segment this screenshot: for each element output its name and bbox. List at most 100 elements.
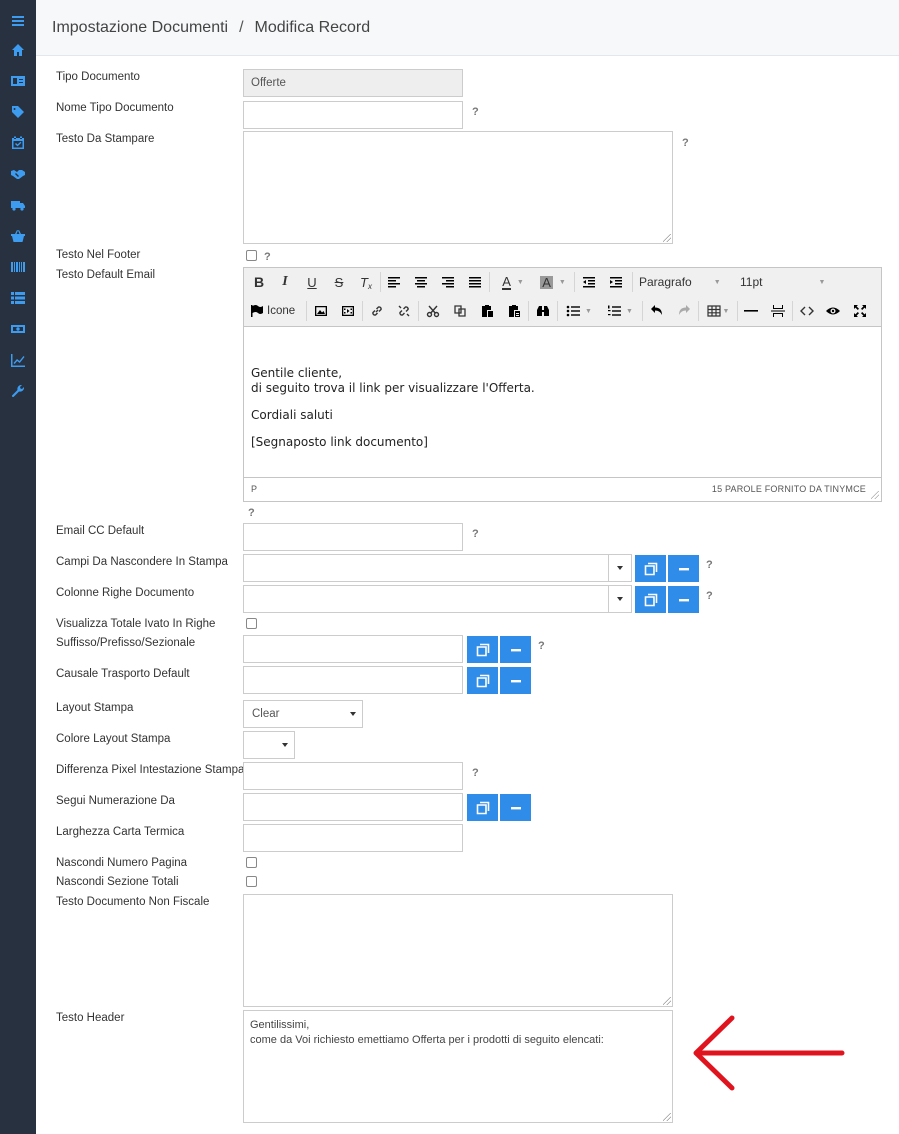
campi-da-nascondere-select[interactable]: [243, 554, 632, 582]
icons-button-label: Icone: [267, 305, 296, 317]
remove-button[interactable]: [668, 555, 699, 582]
larghezza-carta-input[interactable]: [243, 824, 463, 852]
copy-button[interactable]: [635, 555, 666, 582]
horizontal-rule-icon[interactable]: [742, 301, 760, 321]
menu-icon[interactable]: [8, 11, 28, 31]
paste-text-icon[interactable]: [505, 301, 523, 321]
bold-icon[interactable]: B: [250, 272, 268, 292]
resize-handle-icon[interactable]: [871, 491, 879, 499]
image-icon[interactable]: [312, 301, 330, 321]
source-code-icon[interactable]: [798, 301, 816, 321]
chart-line-icon[interactable]: [8, 350, 28, 370]
list-icon[interactable]: [8, 288, 28, 308]
colonne-righe-documento-select[interactable]: [243, 585, 632, 613]
media-icon[interactable]: [339, 301, 357, 321]
icons-button[interactable]: Icone: [250, 301, 302, 321]
testo-nel-footer-checkbox[interactable]: [246, 250, 257, 261]
segui-numerazione-input[interactable]: [243, 793, 463, 821]
testo-da-stampare-textarea[interactable]: [243, 131, 673, 244]
tags-icon[interactable]: [8, 102, 28, 122]
align-justify-icon[interactable]: [466, 272, 484, 292]
label-larghezza-carta: Larghezza Carta Termica: [56, 826, 185, 838]
link-icon[interactable]: [368, 301, 386, 321]
align-center-icon[interactable]: [412, 272, 430, 292]
copy-button[interactable]: [635, 586, 666, 613]
undo-icon[interactable]: [648, 301, 666, 321]
layout-stampa-select[interactable]: Clear: [243, 700, 363, 728]
numbered-list-icon[interactable]: ▼: [603, 301, 637, 321]
home-icon[interactable]: [8, 40, 28, 60]
help-icon[interactable]: ?: [264, 251, 271, 263]
copy-icon[interactable]: [451, 301, 469, 321]
preview-icon[interactable]: [824, 301, 842, 321]
contact-card-icon[interactable]: [8, 71, 28, 91]
align-left-icon[interactable]: [385, 272, 403, 292]
unlink-icon[interactable]: [395, 301, 413, 321]
indent-icon[interactable]: [607, 272, 625, 292]
label-colonne-righe-documento: Colonne Righe Documento: [56, 587, 195, 599]
page-header: Impostazione Documenti / Modifica Record: [36, 0, 899, 56]
remove-button[interactable]: [500, 667, 531, 694]
visualizza-totale-ivato-checkbox[interactable]: [246, 618, 257, 629]
resize-handle-icon[interactable]: [663, 997, 671, 1005]
text-color-icon[interactable]: A ▼: [496, 272, 530, 292]
help-icon[interactable]: ?: [248, 507, 255, 519]
remove-button[interactable]: [500, 636, 531, 663]
underline-icon[interactable]: U: [303, 272, 321, 292]
testo-header-textarea[interactable]: Gentilissimi, come da Voi richiesto emet…: [243, 1010, 673, 1123]
breadcrumb-section[interactable]: Impostazione Documenti: [52, 19, 228, 36]
chevron-down-icon[interactable]: [608, 586, 631, 612]
money-icon[interactable]: [8, 319, 28, 339]
paste-icon[interactable]: [478, 301, 496, 321]
nascondi-sezione-totali-checkbox[interactable]: [246, 876, 257, 887]
find-replace-icon[interactable]: [534, 301, 552, 321]
help-icon[interactable]: ?: [472, 767, 479, 779]
handshake-icon[interactable]: [8, 164, 28, 184]
redo-icon[interactable]: [675, 301, 693, 321]
causale-trasporto-input[interactable]: [243, 666, 463, 694]
nascondi-numero-pagina-checkbox[interactable]: [246, 857, 257, 868]
chevron-down-icon[interactable]: [608, 555, 631, 581]
barcode-icon[interactable]: [8, 257, 28, 277]
copy-button[interactable]: [467, 636, 498, 663]
nome-tipo-documento-input[interactable]: [243, 101, 463, 129]
editor-content[interactable]: Gentile cliente, di seguito trova il lin…: [251, 366, 535, 450]
bullet-list-icon[interactable]: ▼: [562, 301, 596, 321]
cut-icon[interactable]: [424, 301, 442, 321]
background-color-icon[interactable]: A ▼: [536, 272, 570, 292]
resize-handle-icon[interactable]: [663, 234, 671, 242]
fullscreen-icon[interactable]: [851, 301, 869, 321]
align-right-icon[interactable]: [439, 272, 457, 292]
wrench-icon[interactable]: [8, 381, 28, 401]
block-format-select[interactable]: Paragrafo ▼: [639, 272, 729, 292]
copy-button[interactable]: [467, 794, 498, 821]
layout-stampa-value: Clear: [252, 708, 280, 720]
red-arrow-icon: [693, 1015, 845, 1091]
table-icon[interactable]: ▼: [703, 301, 733, 321]
colore-layout-stampa-select[interactable]: [243, 731, 295, 759]
element-path[interactable]: P: [251, 484, 257, 494]
help-icon[interactable]: ?: [682, 137, 689, 149]
differenza-pixel-input[interactable]: [243, 762, 463, 790]
help-icon[interactable]: ?: [706, 559, 713, 571]
italic-icon[interactable]: I: [276, 272, 294, 292]
remove-button[interactable]: [500, 794, 531, 821]
clear-format-icon[interactable]: Tx: [357, 272, 375, 292]
basket-icon[interactable]: [8, 226, 28, 246]
strikethrough-icon[interactable]: S: [330, 272, 348, 292]
outdent-icon[interactable]: [580, 272, 598, 292]
help-icon[interactable]: ?: [472, 528, 479, 540]
page-break-icon[interactable]: [769, 301, 787, 321]
font-size-select[interactable]: 11pt ▼: [740, 272, 830, 292]
help-icon[interactable]: ?: [538, 640, 545, 652]
copy-button[interactable]: [467, 667, 498, 694]
help-icon[interactable]: ?: [706, 590, 713, 602]
testo-non-fiscale-textarea[interactable]: [243, 894, 673, 1007]
help-icon[interactable]: ?: [472, 106, 479, 118]
resize-handle-icon[interactable]: [663, 1113, 671, 1121]
calendar-check-icon[interactable]: [8, 133, 28, 153]
remove-button[interactable]: [668, 586, 699, 613]
email-cc-default-input[interactable]: [243, 523, 463, 551]
suffisso-prefisso-input[interactable]: [243, 635, 463, 663]
truck-icon[interactable]: [8, 195, 28, 215]
